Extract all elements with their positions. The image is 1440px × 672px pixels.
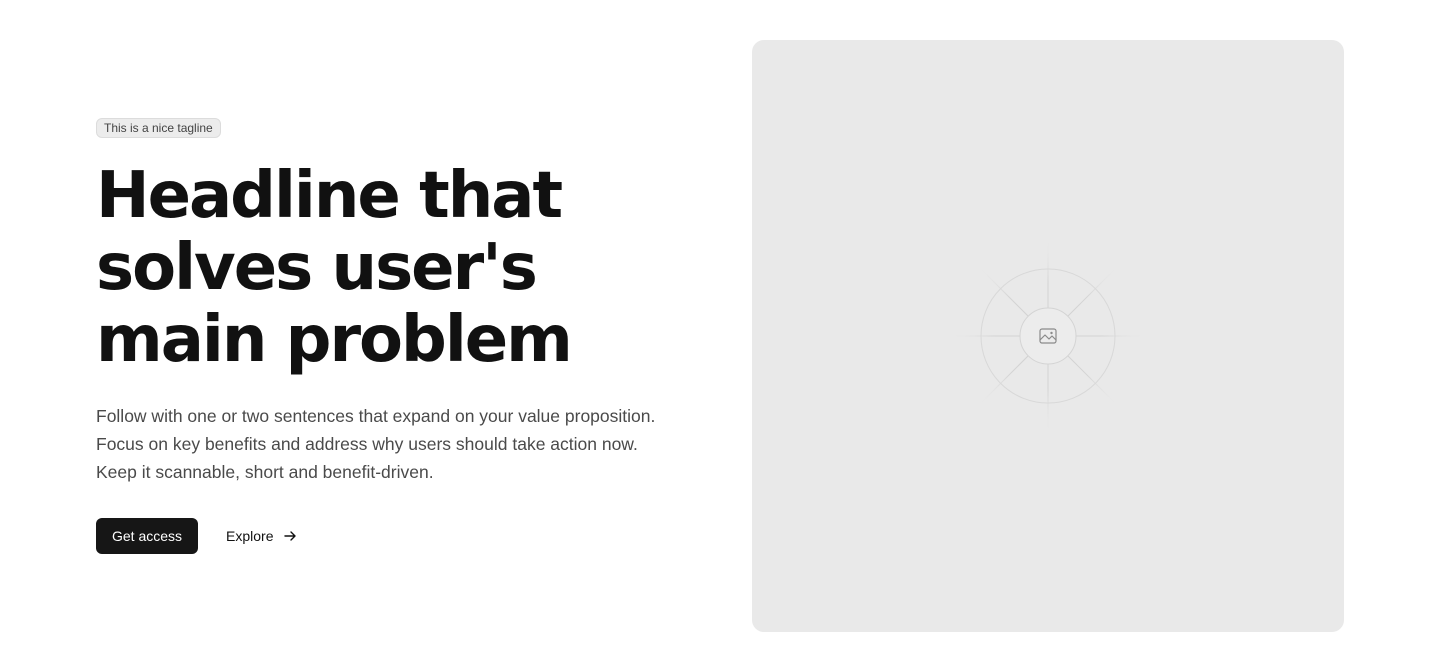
tagline-badge: This is a nice tagline [96, 118, 221, 138]
hero-description: Follow with one or two sentences that ex… [96, 402, 696, 486]
description-line: Follow with one or two sentences that ex… [96, 406, 656, 426]
hero-content: This is a nice tagline Headline that sol… [96, 0, 716, 672]
explore-link[interactable]: Explore [226, 518, 296, 554]
get-access-button[interactable]: Get access [96, 518, 199, 554]
description-line: Focus on key benefits and address why us… [96, 434, 638, 454]
hero-section: This is a nice tagline Headline that sol… [0, 0, 1440, 672]
cta-group: Get access Explore [96, 518, 297, 554]
description-line: Keep it scannable, short and benefit-dri… [96, 462, 434, 482]
headline: Headline that solves user's main problem [96, 159, 573, 377]
media-placeholder [752, 40, 1344, 632]
explore-label: Explore [226, 528, 274, 544]
arrow-right-icon [283, 531, 296, 541]
placeholder-graphic [948, 236, 1148, 436]
